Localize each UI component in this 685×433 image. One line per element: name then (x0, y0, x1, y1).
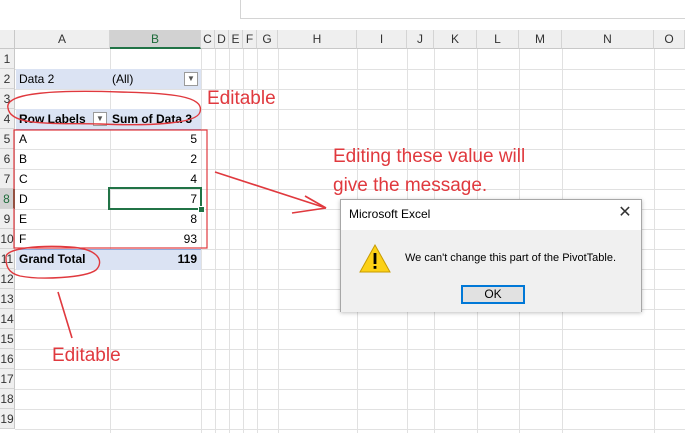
close-icon[interactable]: ✕ (615, 203, 635, 223)
excel-message-dialog: Microsoft Excel ✕ We can't change this p… (340, 199, 642, 312)
editable-pointer-line (57, 291, 73, 339)
annotation-editing-line1: Editing these value will (333, 146, 526, 167)
annotation-editable-bottom: Editable (52, 345, 121, 366)
values-highlight-rect (13, 129, 208, 249)
ok-button[interactable]: OK (461, 285, 525, 304)
dialog-message: We can't change this part of the PivotTa… (405, 252, 617, 264)
warning-icon (359, 244, 391, 273)
annotation-editable-top: Editable (207, 88, 276, 109)
header-row-circle (7, 90, 202, 126)
arrow-to-dialog (214, 171, 327, 209)
dialog-title: Microsoft Excel (349, 207, 431, 221)
annotation-editing-line2: give the message. (333, 175, 488, 196)
grand-total-circle (5, 245, 101, 279)
